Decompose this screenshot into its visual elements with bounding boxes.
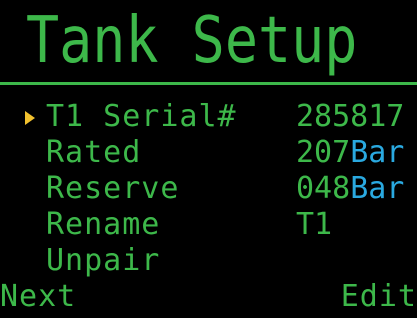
menu-item-t1-serial[interactable]: T1 Serial#: [46, 100, 237, 134]
rated-unit: Bar: [350, 135, 405, 170]
reserve-unit: Bar: [350, 171, 405, 206]
menu-item-rename[interactable]: Rename: [46, 208, 160, 242]
title-divider: [0, 82, 417, 85]
t1-serial-number: 285817: [296, 99, 405, 134]
tank-setup-screen: Tank Setup T1 Serial# 285817 Rated 207Ba…: [0, 0, 417, 318]
rename-text: T1: [296, 207, 333, 242]
rename-value: T1: [296, 208, 332, 242]
reserve-value: 048Bar: [296, 172, 404, 206]
menu-item-rated[interactable]: Rated: [46, 136, 141, 170]
menu-item-unpair[interactable]: Unpair: [46, 244, 160, 278]
next-softkey-button[interactable]: Next: [0, 280, 76, 314]
t1-serial-value: 285817: [296, 100, 404, 134]
reserve-number: 048: [296, 171, 351, 206]
rated-value: 207Bar: [296, 136, 404, 170]
menu-item-reserve[interactable]: Reserve: [46, 172, 179, 206]
selection-cursor-icon: [25, 111, 35, 125]
rated-number: 207: [296, 135, 351, 170]
page-title: Tank Setup: [26, 4, 358, 78]
edit-softkey-button[interactable]: Edit: [341, 280, 417, 314]
